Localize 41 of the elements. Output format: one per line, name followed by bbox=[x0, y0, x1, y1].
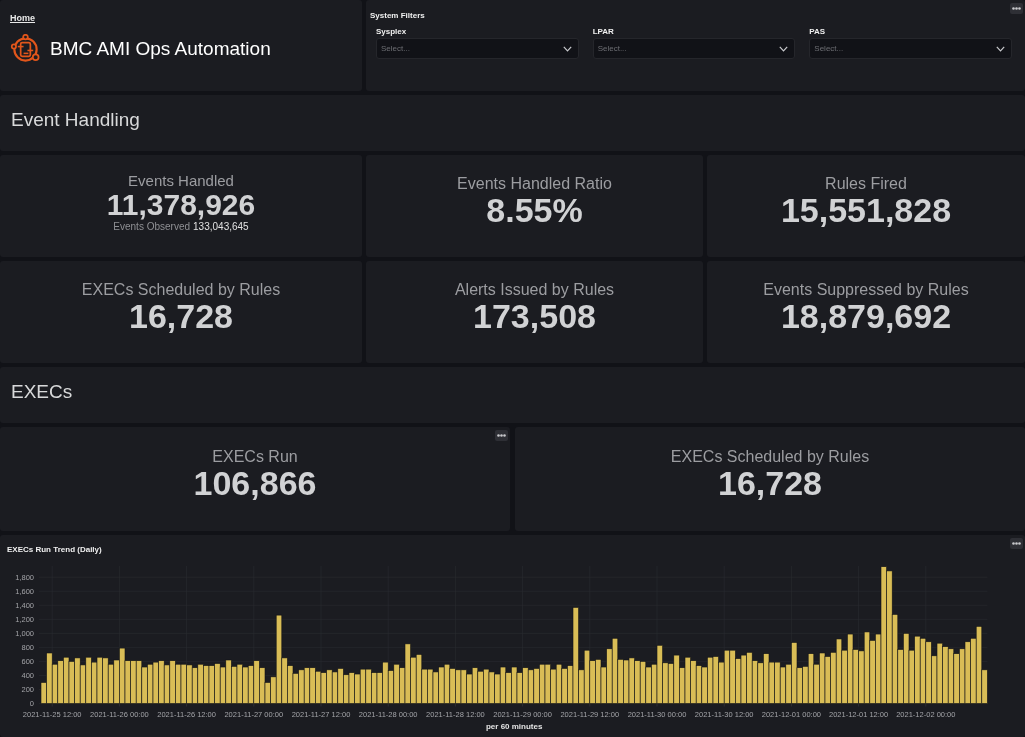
home-link[interactable]: Home bbox=[10, 13, 35, 23]
stat-value: 173,508 bbox=[473, 299, 596, 336]
chevron-down-icon bbox=[779, 45, 789, 52]
ellipsis-icon bbox=[497, 434, 506, 437]
select-dropdown[interactable]: Select... bbox=[592, 38, 796, 59]
chevron-down-icon bbox=[562, 45, 572, 52]
stat-label: Events Handled bbox=[128, 172, 234, 190]
section-title: EXECs bbox=[11, 381, 73, 403]
chevron-down-icon bbox=[996, 45, 1005, 52]
stat-label: EXECs Scheduled by Rules bbox=[670, 447, 870, 467]
panel-menu-button[interactable] bbox=[1010, 3, 1023, 14]
ellipsis-icon bbox=[1012, 7, 1021, 10]
field-label: LPAR bbox=[592, 27, 614, 36]
panel-menu-button[interactable] bbox=[1010, 538, 1023, 549]
stat-label: Rules Fired bbox=[825, 174, 907, 194]
stat-label: EXECs Run bbox=[212, 447, 298, 467]
panel-title: System Filters bbox=[370, 11, 425, 20]
stat-sub-label: Events Observed bbox=[113, 220, 191, 232]
stat-value: 11,378,926 bbox=[106, 189, 256, 221]
stat-value: 16,728 bbox=[718, 466, 822, 503]
section-title: Event Handling bbox=[11, 109, 140, 131]
panel-menu-button[interactable] bbox=[495, 430, 508, 441]
stat-label: EXECs Scheduled by Rules bbox=[81, 280, 281, 300]
stat-label: Events Handled Ratio bbox=[457, 174, 612, 194]
select-dropdown[interactable]: Select... bbox=[376, 38, 579, 59]
stat-value: 8.55% bbox=[486, 193, 583, 230]
logo-icon bbox=[10, 34, 41, 64]
stat-value: 18,879,692 bbox=[780, 299, 952, 336]
app-title: BMC AMI Ops Automation bbox=[50, 38, 271, 60]
stat-value: 15,551,828 bbox=[780, 193, 952, 230]
stat-sub-value: 133,043,645 bbox=[193, 220, 249, 232]
field-label: Sysplex bbox=[376, 27, 407, 36]
stat-label: Alerts Issued by Rules bbox=[454, 280, 615, 300]
ellipsis-icon bbox=[1012, 542, 1021, 545]
panel-title: EXECs Run Trend (Daily) bbox=[7, 545, 102, 554]
stat-label: Events Suppressed by Rules bbox=[763, 280, 969, 300]
stat-value: 16,728 bbox=[129, 299, 233, 336]
select-dropdown[interactable]: Select... bbox=[809, 38, 1012, 59]
stat-value: 106,866 bbox=[193, 466, 317, 503]
axis-title: per 60 minutes bbox=[485, 721, 543, 731]
field-label: PAS bbox=[809, 27, 826, 36]
